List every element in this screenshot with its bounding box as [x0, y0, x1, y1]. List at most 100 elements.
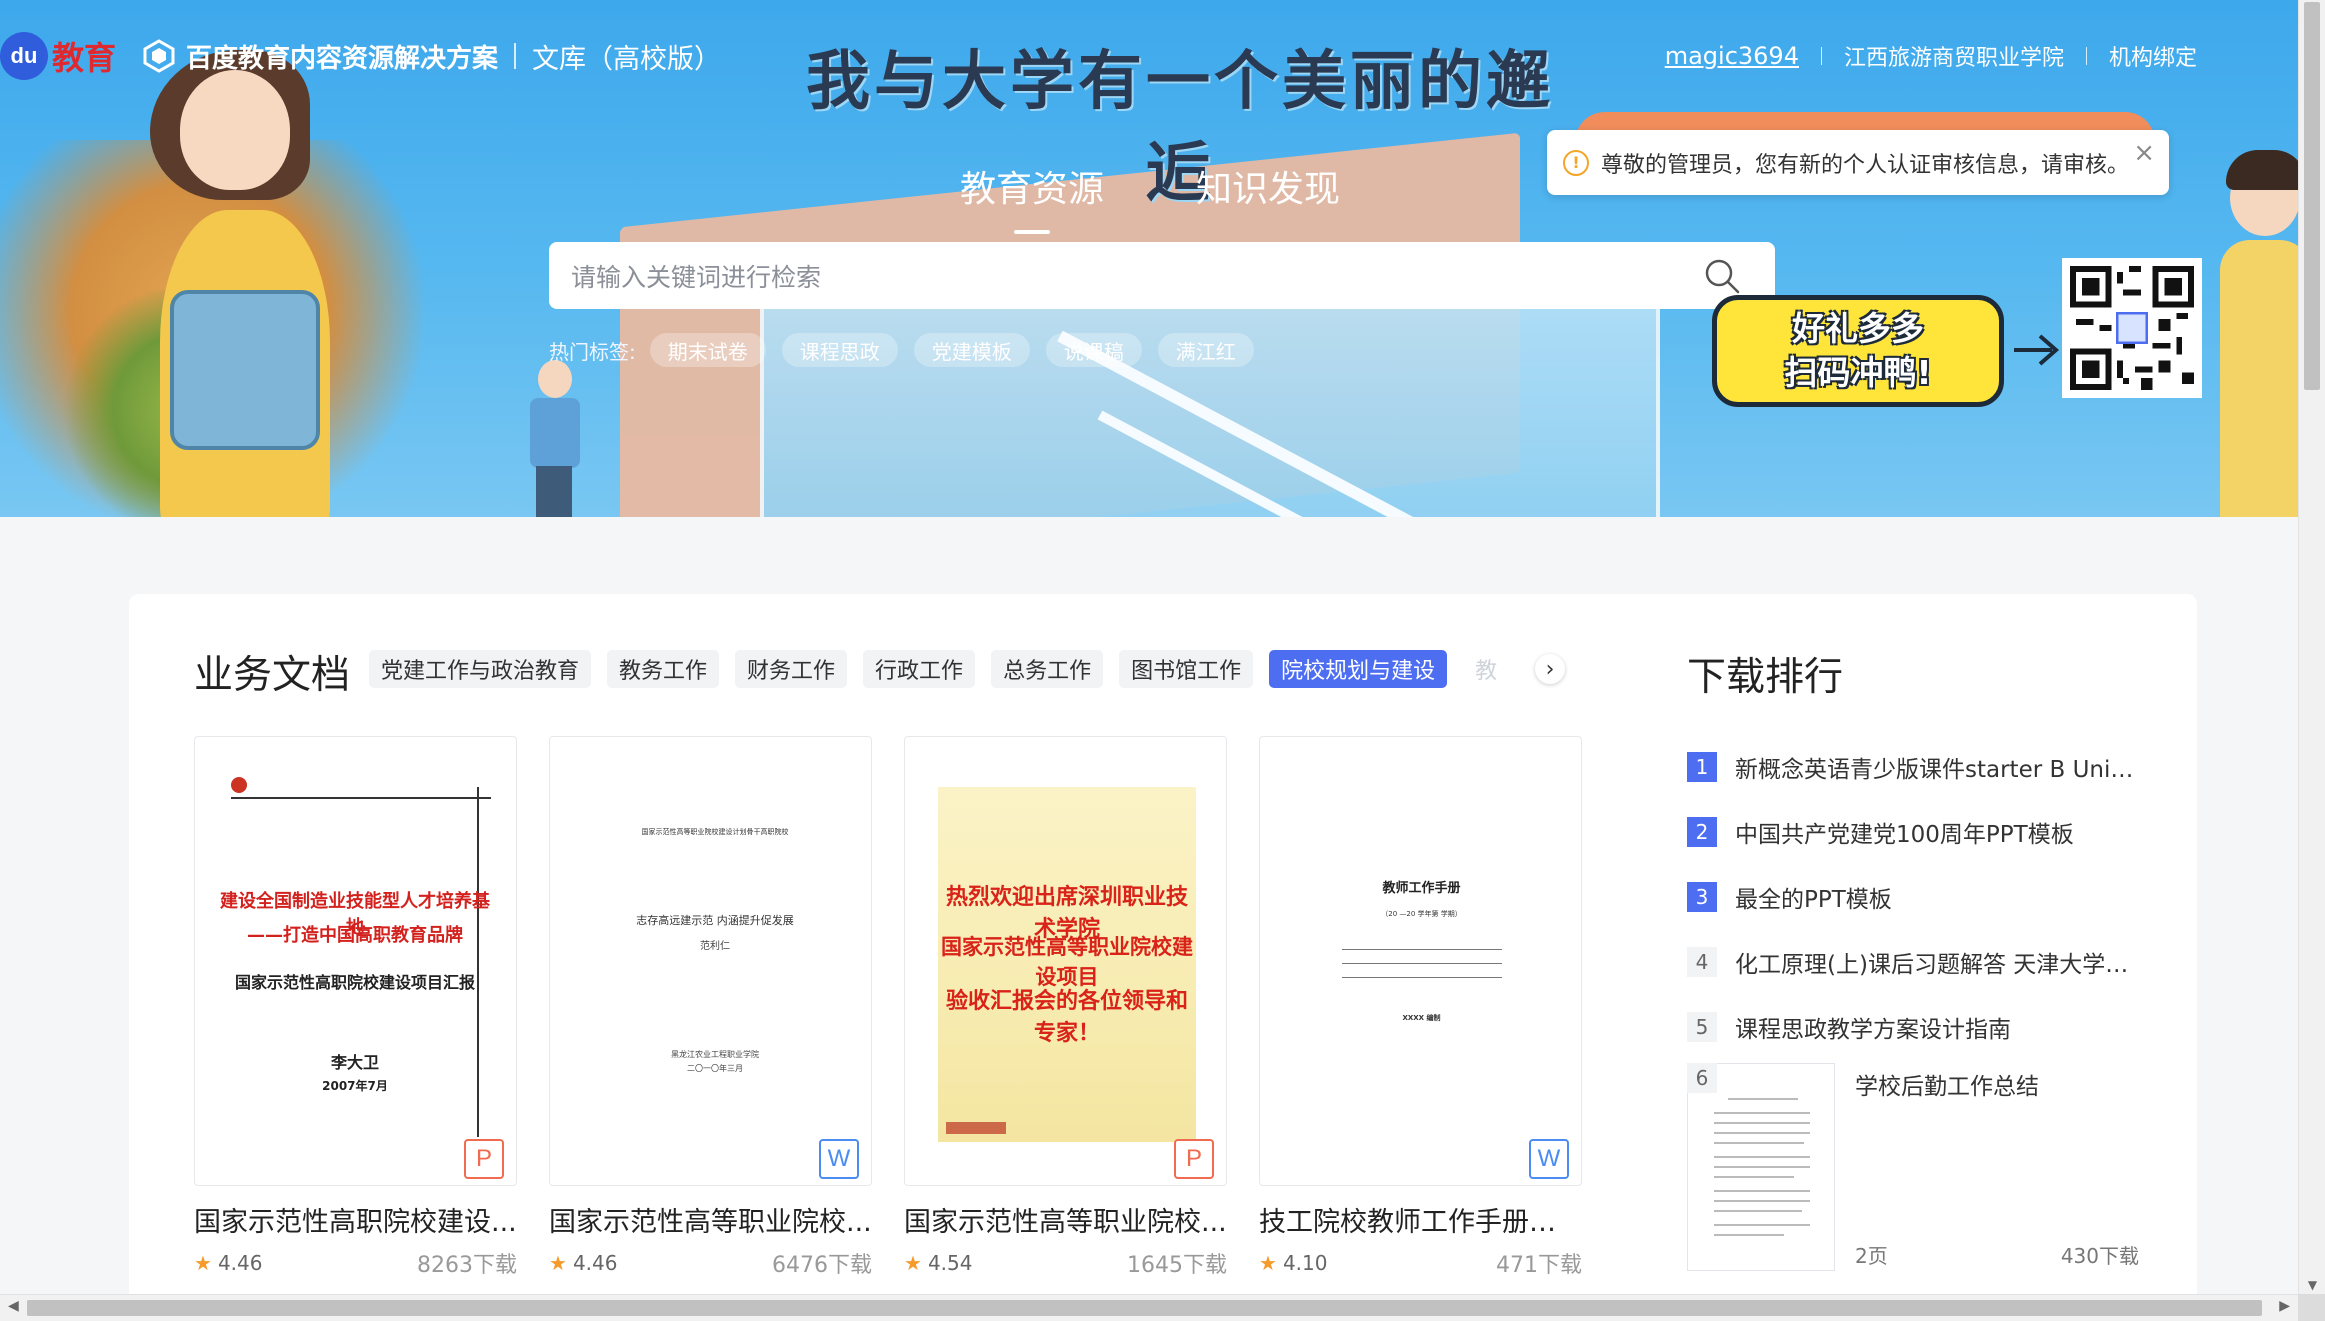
page-text: 黑龙江农业工程职业学院 — [671, 1050, 759, 1059]
rank-number: 6 — [1687, 1063, 1717, 1093]
featured-title[interactable]: 学校后勤工作总结 — [1855, 1067, 2039, 1101]
bind-link[interactable]: 机构绑定 — [2109, 40, 2197, 72]
main-content-card: 业务文档 党建工作与政治教育 教务工作 财务工作 行政工作 总务工作 图书馆工作… — [129, 594, 2197, 1321]
ranking-item-title[interactable]: 新概念英语青少版课件starter B Unit9 ... — [1735, 750, 2139, 784]
school-emblem-icon — [946, 1122, 1006, 1134]
document-thumbnail[interactable]: 建设全国制造业技能型人才培养基地 ——打造中国高职教育品牌 国家示范性高职院校建… — [194, 736, 517, 1186]
vertical-scrollbar[interactable]: ▼ — [2298, 0, 2325, 1298]
hot-tag[interactable]: 期末试卷 — [649, 333, 766, 367]
category-tab[interactable]: 行政工作 — [863, 650, 976, 688]
document-downloads: 1645下载 — [1127, 1253, 1227, 1278]
page-header-rule — [231, 797, 491, 799]
featured-thumbnail[interactable] — [1687, 1063, 1835, 1271]
main-tabs: 教育资源 知识发现 — [960, 160, 1432, 234]
page-text: ——打造中国高职教育品牌 — [247, 925, 463, 946]
form-line — [1342, 963, 1502, 964]
document-title[interactable]: 国家示范性高等职业院校... — [904, 1200, 1227, 1239]
vertical-scroll-thumb[interactable] — [2304, 2, 2320, 390]
document-downloads: 8263下载 — [417, 1253, 517, 1278]
ranking-item-title[interactable]: 课程思政教学方案设计指南 — [1735, 1010, 2011, 1044]
document-card[interactable]: 教师工作手册 （20 —20 学年第 学期） XXXX 编制 W 技工院校教师工… — [1259, 736, 1582, 1279]
school-link[interactable]: 江西旅游商贸职业学院 — [1844, 40, 2064, 72]
rank-number: 5 — [1687, 1011, 1717, 1042]
user-bar: magic3694 江西旅游商贸职业学院 机构绑定 — [1665, 40, 2197, 72]
baidu-paw-logo[interactable]: du — [0, 32, 48, 80]
horizontal-scroll-thumb[interactable] — [27, 1300, 2262, 1316]
brand-title[interactable]: 百度教育内容资源解决方案 — [186, 38, 498, 75]
tab-education-resources[interactable]: 教育资源 — [960, 160, 1104, 234]
brand-subtitle[interactable]: 文库（高校版） — [532, 37, 721, 76]
rank-number: 1 — [1687, 751, 1717, 782]
ranking-item[interactable]: 5 课程思政教学方案设计指南 — [1687, 994, 2139, 1059]
category-tab[interactable]: 总务工作 — [991, 650, 1104, 688]
ranking-featured-item[interactable]: 6 学校后勤工作总结 2页 430下载 — [1687, 1063, 2139, 1273]
search-input[interactable]: 请输入关键词进行检索 — [571, 258, 1703, 294]
page-text: （20 —20 学年第 学期） — [1381, 910, 1462, 918]
search-icon[interactable] — [1703, 257, 1741, 295]
search-box[interactable]: 请输入关键词进行检索 — [549, 242, 1775, 309]
document-title[interactable]: 国家示范性高职院校建设... — [194, 1200, 517, 1239]
document-thumbnail[interactable]: 热烈欢迎出席深圳职业技术学院 国家示范性高等职业院校建设项目 验收汇报会的各位领… — [904, 736, 1227, 1186]
close-icon[interactable]: × — [2133, 138, 2155, 168]
scroll-left-arrow-icon[interactable]: ◀ — [8, 1298, 19, 1314]
logo-text[interactable]: 教育 — [52, 33, 116, 79]
ranking-item-title[interactable]: 最全的PPT模板 — [1735, 880, 1892, 914]
document-meta: ★ 4.46 8263下载 — [194, 1247, 517, 1279]
qr-code-icon[interactable] — [2062, 258, 2202, 398]
horizontal-scrollbar[interactable]: ◀ ▶ — [0, 1294, 2298, 1321]
notification-text: 尊敬的管理员，您有新的个人认证审核信息，请审核。 — [1601, 152, 2130, 178]
hot-tag[interactable]: 说课稿 — [1045, 333, 1142, 367]
form-line — [1342, 977, 1502, 978]
document-title[interactable]: 国家示范性高等职业院校... — [549, 1200, 872, 1239]
promo-badge[interactable]: 好礼多多 扫码冲鸭! — [1712, 295, 2004, 407]
document-card[interactable]: 建设全国制造业技能型人才培养基地 ——打造中国高职教育品牌 国家示范性高职院校建… — [194, 736, 517, 1279]
document-card[interactable]: 国家示范性高等职业院校建设计划骨干高职院校 志存高远建示范 内涵提升促发展 范利… — [549, 736, 872, 1279]
arrow-right-icon — [2014, 334, 2060, 366]
banner-boy-illustration — [520, 360, 590, 517]
slide-page: 热烈欢迎出席深圳职业技术学院 国家示范性高等职业院校建设项目 验收汇报会的各位领… — [938, 787, 1196, 1142]
hot-tags-label: 热门标签: — [549, 339, 636, 364]
ranking-item[interactable]: 2 中国共产党建党100周年PPT模板 — [1687, 799, 2139, 864]
userbar-divider — [2085, 47, 2087, 65]
ranking-item-title[interactable]: 化工原理(上)课后习题解答 天津大学化... — [1735, 945, 2139, 979]
page-text: 李大卫 — [330, 1053, 379, 1072]
category-tab[interactable]: 党建工作与政治教育 — [369, 650, 592, 688]
banner-student-illustration — [2220, 150, 2298, 517]
tab-knowledge-discovery[interactable]: 知识发现 — [1196, 160, 1340, 212]
category-tab[interactable]: 图书馆工作 — [1119, 650, 1254, 688]
ranking-item-title[interactable]: 中国共产党建党100周年PPT模板 — [1735, 815, 2074, 849]
form-line — [1342, 949, 1502, 950]
category-tab-active[interactable]: 院校规划与建设 — [1269, 650, 1448, 688]
admin-notification[interactable]: ! 尊敬的管理员，您有新的个人认证审核信息，请审核。 × — [1547, 130, 2169, 195]
scroll-down-arrow-icon[interactable]: ▼ — [2299, 1278, 2325, 1292]
rank-number: 2 — [1687, 816, 1717, 847]
page-text: 范利仁 — [700, 941, 730, 952]
category-tab[interactable]: 财务工作 — [735, 650, 848, 688]
rank-number: 4 — [1687, 946, 1717, 977]
page-text: 国家示范性高等职业院校建设项目 — [941, 935, 1193, 989]
word-file-icon: W — [1529, 1139, 1569, 1179]
document-rating: 4.46 — [572, 1251, 618, 1275]
ranking-item[interactable]: 3 最全的PPT模板 — [1687, 864, 2139, 929]
scroll-right-arrow-icon[interactable]: ▶ — [2279, 1298, 2290, 1314]
ranking-item[interactable]: 1 新概念英语青少版课件starter B Unit9 ... — [1687, 734, 2139, 799]
chevron-right-icon[interactable]: › — [1535, 654, 1565, 684]
hot-tag[interactable]: 课程思政 — [781, 333, 898, 367]
download-ranking-title: 下载排行 — [1687, 655, 1844, 700]
category-tab[interactable]: 教务工作 — [607, 650, 720, 688]
warning-icon: ! — [1563, 149, 1589, 176]
category-tab[interactable]: 教 — [1463, 650, 1509, 688]
page-text: 2007年7月 — [322, 1079, 388, 1093]
star-icon: ★ — [904, 1251, 922, 1275]
document-title[interactable]: 技工院校教师工作手册模板 — [1259, 1200, 1582, 1239]
document-thumbnail[interactable]: 教师工作手册 （20 —20 学年第 学期） XXXX 编制 W — [1259, 736, 1582, 1186]
username-link[interactable]: magic3694 — [1665, 42, 1799, 70]
document-rating: 4.10 — [1282, 1251, 1328, 1275]
ranking-item[interactable]: 4 化工原理(上)课后习题解答 天津大学化... — [1687, 929, 2139, 994]
business-docs-title: 业务文档 — [194, 653, 351, 698]
category-tabs: 党建工作与政治教育 教务工作 财务工作 行政工作 总务工作 图书馆工作 院校规划… — [369, 650, 1525, 688]
document-card[interactable]: 热烈欢迎出席深圳职业技术学院 国家示范性高等职业院校建设项目 验收汇报会的各位领… — [904, 736, 1227, 1279]
hot-tag[interactable]: 党建模板 — [913, 333, 1030, 367]
hot-tag[interactable]: 满江红 — [1157, 333, 1254, 367]
document-thumbnail[interactable]: 国家示范性高等职业院校建设计划骨干高职院校 志存高远建示范 内涵提升促发展 范利… — [549, 736, 872, 1186]
